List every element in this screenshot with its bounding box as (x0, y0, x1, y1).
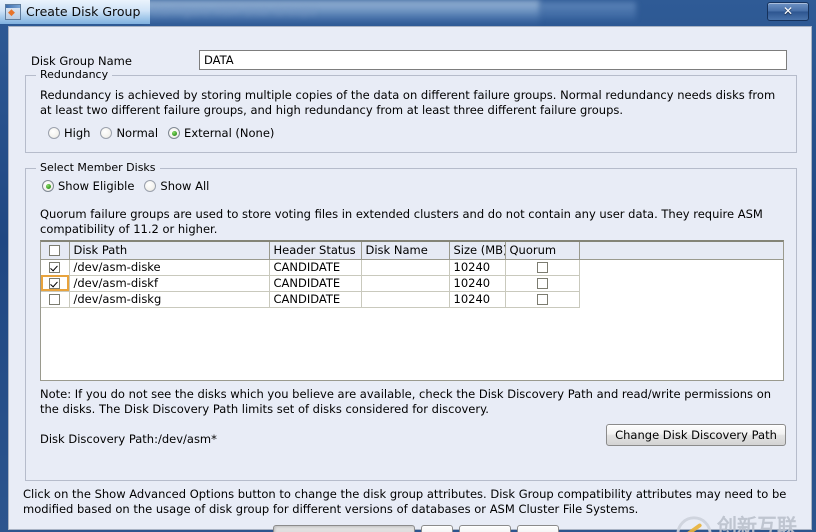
cell-disk-path: /dev/asm-diskf (69, 275, 270, 292)
radio-show-all[interactable]: Show All (144, 179, 209, 193)
column-header-filler (579, 242, 783, 260)
cell-header-status: CANDIDATE (269, 291, 362, 308)
row-select-cell[interactable] (41, 275, 70, 292)
close-icon: ✕ (782, 4, 794, 18)
app-icon-glyph: ◆ (8, 8, 15, 18)
cell-size-mb: 10240 (449, 259, 506, 276)
cell-filler (579, 275, 783, 291)
radio-external-none-icon (168, 127, 181, 139)
window-title: Create Disk Group (26, 4, 141, 19)
quorum-checkbox[interactable] (536, 278, 548, 289)
quorum-checkbox[interactable] (536, 294, 548, 305)
select-all-header[interactable] (41, 242, 70, 260)
column-header-header-status[interactable]: Header Status (269, 242, 362, 260)
radio-high[interactable]: High (48, 126, 90, 140)
disk-table: Disk Path Header Status Disk Name Size (… (41, 242, 783, 308)
redundancy-radio-group: High Normal External (None) (48, 126, 284, 140)
redundancy-description: Redundancy is achieved by storing multip… (40, 88, 776, 117)
radio-normal-label: Normal (116, 126, 159, 140)
radio-show-eligible-label: Show Eligible (58, 179, 135, 193)
cell-filler (579, 291, 783, 307)
cell-filler (579, 259, 783, 275)
row-select-checkbox[interactable] (49, 294, 61, 305)
cell-header-status: CANDIDATE (269, 275, 362, 292)
radio-show-all-icon (144, 180, 157, 192)
redundancy-group: Redundancy Redundancy is achieved by sto… (25, 69, 797, 153)
change-disk-discovery-path-button[interactable]: Change Disk Discovery Path (606, 424, 786, 446)
cell-disk-path: /dev/asm-diske (69, 259, 270, 276)
cell-disk-name (361, 291, 450, 308)
column-header-quorum[interactable]: Quorum (505, 242, 580, 260)
discovery-note: Note: If you do not see the disks which … (40, 387, 772, 416)
quorum-note: Quorum failure groups are used to store … (40, 207, 763, 236)
select-member-disks-legend: Select Member Disks (36, 162, 160, 174)
table-row[interactable]: /dev/asm-diske CANDIDATE 10240 (41, 259, 783, 276)
disk-group-name-input[interactable] (199, 50, 787, 70)
disk-discovery-path-label: Disk Discovery Path:/dev/asm* (40, 432, 217, 446)
cancel-button[interactable]: Cancel (459, 525, 511, 532)
quorum-checkbox[interactable] (536, 262, 548, 273)
cell-quorum[interactable] (505, 259, 580, 276)
app-icon: ◆ (5, 4, 21, 20)
row-select-checkbox[interactable] (49, 262, 61, 273)
cell-header-status: CANDIDATE (269, 259, 362, 276)
ok-button[interactable]: OK (421, 525, 453, 532)
radio-show-all-label: Show All (160, 179, 210, 193)
radio-external-none[interactable]: External (None) (168, 126, 274, 140)
dialog-button-bar: Show Advanced Options OK Cancel Help (9, 525, 813, 532)
column-header-disk-path[interactable]: Disk Path (69, 242, 270, 260)
select-member-disks-group: Select Member Disks Show Eligible Show A… (25, 162, 797, 481)
help-button[interactable]: Help (517, 525, 559, 532)
footer-hint: Click on the Show Advanced Options butto… (23, 487, 787, 516)
cell-disk-path: /dev/asm-diskg (69, 291, 270, 308)
radio-show-eligible-icon (42, 180, 54, 192)
radio-high-icon (48, 127, 60, 139)
cell-quorum[interactable] (505, 275, 580, 292)
radio-high-label: High (64, 126, 91, 140)
row-select-checkbox[interactable] (49, 278, 61, 289)
table-row[interactable]: /dev/asm-diskg CANDIDATE 10240 (41, 291, 783, 308)
radio-normal-icon (100, 127, 113, 139)
dialog-client-area: Disk Group Name Redundancy Redundancy is… (8, 26, 813, 532)
column-header-size-mb[interactable]: Size (MB) (449, 242, 506, 260)
redundancy-legend: Redundancy (36, 69, 113, 81)
row-select-cell[interactable] (41, 259, 70, 276)
title-bar[interactable]: ◆ Create Disk Group ✕ (0, 0, 816, 24)
table-row[interactable]: /dev/asm-diskf CANDIDATE 10240 (41, 275, 783, 292)
cell-quorum[interactable] (505, 291, 580, 308)
close-button[interactable]: ✕ (767, 2, 809, 21)
cell-disk-name (361, 275, 450, 292)
radio-normal[interactable]: Normal (100, 126, 158, 140)
radio-external-none-label: External (None) (184, 126, 275, 140)
disk-group-name-label: Disk Group Name (31, 54, 132, 68)
application-window: Configure ASM Disk Groups ◆ Create Disk … (0, 0, 816, 532)
show-advanced-options-button[interactable]: Show Advanced Options (273, 525, 415, 532)
cell-size-mb: 10240 (449, 275, 506, 292)
disk-filter-radio-group: Show Eligible Show All (42, 179, 219, 193)
cell-size-mb: 10240 (449, 291, 506, 308)
table-header-row: Disk Path Header Status Disk Name Size (… (41, 242, 783, 260)
cell-disk-name (361, 259, 450, 276)
disk-group-name-row: Disk Group Name (9, 27, 811, 70)
disk-table-container[interactable]: Disk Path Header Status Disk Name Size (… (40, 240, 784, 381)
radio-show-eligible[interactable]: Show Eligible (42, 179, 134, 193)
row-select-cell[interactable] (41, 291, 70, 308)
column-header-disk-name[interactable]: Disk Name (361, 242, 450, 260)
select-all-checkbox[interactable] (49, 245, 61, 257)
